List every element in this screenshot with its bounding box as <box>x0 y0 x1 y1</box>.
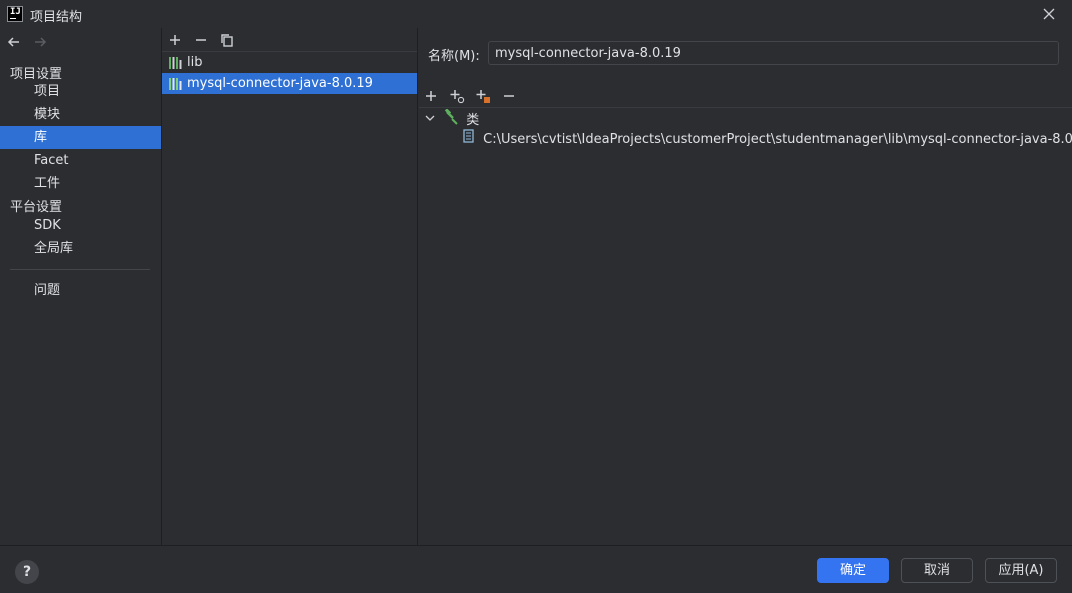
nav-item-modules[interactable]: 模块 <box>0 103 161 126</box>
library-item-mysql-connector[interactable]: mysql-connector-java-8.0.19 <box>162 73 417 94</box>
nav-item-artifacts[interactable]: 工件 <box>0 172 161 195</box>
add-jar-icon[interactable] <box>475 88 491 104</box>
ok-button[interactable]: 确定 <box>817 558 889 583</box>
nav-item-global-libraries[interactable]: 全局库 <box>0 237 161 260</box>
nav-item-project[interactable]: 项目 <box>0 80 161 103</box>
window-title: 项目结构 <box>30 10 83 25</box>
name-label: 名称(M): <box>428 49 480 64</box>
nav-item-libraries[interactable]: 库 <box>0 126 161 149</box>
title-bar: IJ 项目结构 <box>0 0 1072 28</box>
add-icon[interactable] <box>423 88 439 104</box>
hammer-icon <box>444 108 462 132</box>
nav-item-facet[interactable]: Facet <box>0 149 161 172</box>
library-list: lib mysql-connector-java-8.0.19 <box>162 51 417 94</box>
close-icon[interactable] <box>1040 5 1058 23</box>
apply-button[interactable]: 应用(A) <box>985 558 1057 583</box>
library-list-panel: lib mysql-connector-java-8.0.19 <box>162 28 418 545</box>
library-icon <box>168 55 184 71</box>
tree-node-jar-path[interactable]: C:\Users\cvtist\IdeaProjects\customerPro… <box>463 129 1072 149</box>
library-icon <box>168 76 184 92</box>
help-button[interactable]: ? <box>15 560 39 584</box>
copy-icon[interactable] <box>219 32 235 48</box>
tree-node-label: C:\Users\cvtist\IdeaProjects\customerPro… <box>483 132 1072 147</box>
dialog-footer: ? 确定 取消 应用(A) <box>0 545 1072 593</box>
library-item-lib[interactable]: lib <box>162 52 417 73</box>
remove-icon[interactable] <box>193 32 209 48</box>
tree-node-label: 类 <box>466 113 480 128</box>
back-arrow-icon[interactable] <box>6 34 22 53</box>
cancel-button[interactable]: 取消 <box>901 558 973 583</box>
jar-file-icon <box>463 129 479 150</box>
add-icon[interactable] <box>167 32 183 48</box>
library-detail-panel: 名称(M): 类 C:\Users\cvti <box>419 28 1072 545</box>
nav-item-sdk[interactable]: SDK <box>0 214 161 237</box>
chevron-down-icon[interactable] <box>424 111 440 131</box>
library-name-input[interactable] <box>488 41 1059 65</box>
library-item-label: lib <box>187 55 203 70</box>
library-item-label: mysql-connector-java-8.0.19 <box>187 76 373 91</box>
detail-toolbar <box>419 86 1072 108</box>
tree-node-classes[interactable]: 类 <box>424 108 480 132</box>
nav-divider <box>10 269 150 270</box>
settings-nav: 项目设置 项目 模块 库 Facet 工件 平台设置 SDK 全局库 问题 <box>0 28 162 545</box>
nav-item-problems[interactable]: 问题 <box>0 279 161 302</box>
forward-arrow-icon[interactable] <box>32 34 48 53</box>
remove-icon[interactable] <box>501 88 517 104</box>
add-url-icon[interactable] <box>449 88 465 104</box>
platform-settings-header: 平台设置 <box>10 200 63 215</box>
intellij-logo-icon: IJ <box>7 6 23 22</box>
